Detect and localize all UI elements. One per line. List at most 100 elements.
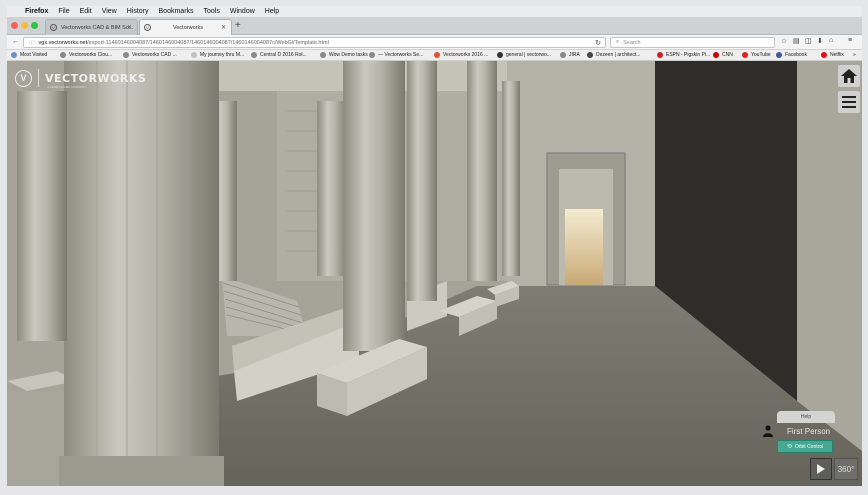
first-person-mode[interactable]: First Person [763,423,843,439]
menu-help[interactable]: Help [265,8,279,15]
home-icon[interactable]: ⌂ [829,37,833,44]
bookmark-item[interactable]: — Vectorworks Se... [369,52,423,58]
bookmark-label: Facebook [785,52,807,58]
webgl-3d-viewport[interactable]: V VECTORWORKS A NEMETSCHEK COMPANY Help [7,61,862,486]
orbit-control-label: Orbit Control [794,443,824,450]
search-input[interactable]: ⌕ Search [610,37,775,48]
search-placeholder: Search [623,39,641,46]
vectorworks-logo-icon: V [15,69,32,87]
download-icon[interactable]: ⬇ [817,37,823,45]
bookmark-favicon-icon [587,52,593,58]
orbit-control-button[interactable]: ⟲ Orbit Control [777,440,833,453]
tab-vectorworks[interactable]: V Vectorworks ✕ [139,19,232,35]
more-bookmarks-icon[interactable]: » [853,52,856,58]
tab-label: Vectorworks CAD & BIM So... [61,24,134,31]
logo-wordmark: VECTORWORKS [45,71,147,85]
bookmark-item[interactable]: Vectorworks 2016 ... [434,52,488,58]
bookmark-favicon-icon [821,52,827,58]
bookmark-label: YouTube [751,52,771,58]
bookmark-label: Wow Demo tasks [329,52,368,58]
menu-bookmarks[interactable]: Bookmarks [159,8,194,15]
close-window-button[interactable] [11,22,18,29]
bookmark-favicon-icon [497,52,503,58]
bookmark-favicon-icon [657,52,663,58]
reload-icon[interactable]: ↻ [595,39,601,47]
menu-edit[interactable]: Edit [80,8,92,15]
bookmark-item[interactable]: Central D 2016 Rol... [251,52,307,58]
walk-mode-button[interactable] [810,458,832,480]
architecture-scene [7,61,862,486]
column-left [17,91,67,341]
close-tab-icon[interactable]: ✕ [221,24,226,31]
column-base [59,456,224,486]
bookmark-label: Vectorworks 2016 ... [443,52,489,58]
back-arrow-icon[interactable]: ← [12,38,19,45]
bookmark-favicon-icon [251,52,257,58]
bookmark-label: Central D 2016 Rol... [260,52,307,58]
bookmark-favicon-icon [434,52,440,58]
new-tab-icon[interactable]: + [235,20,241,31]
bookmark-label: ESPN - Pigskin Pi... [666,52,711,58]
bookmark-label: Dezeen | architect... [596,52,641,58]
bookmark-favicon-icon [320,52,326,58]
bookmark-label: Vectorworks Clou... [69,52,113,58]
bookmark-label: general | vectorwo... [506,52,551,58]
bookmark-item[interactable]: YouTube [742,52,771,58]
tab-label: Vectorworks [173,24,203,31]
hamburger-icon [842,96,856,108]
walk-mode-icon [817,464,825,474]
bookmark-item[interactable]: Vectorworks Clou... [60,52,112,58]
left-block [7,391,67,486]
tab-vectorworks-cad[interactable]: V Vectorworks CAD & BIM So... ✕ [45,19,138,35]
tab-strip: V Vectorworks CAD & BIM So... ✕ V Vector… [7,17,862,35]
orbit-icon: ⟲ [786,444,792,450]
vectorworks-favicon-icon: V [144,24,151,31]
hamburger-menu-icon[interactable]: ≡ [848,37,852,44]
bookmark-favicon-icon [776,52,782,58]
bookmark-item[interactable]: Wow Demo tasks [320,52,368,58]
column-foreground [64,61,219,486]
bookmark-item[interactable]: CNN [713,52,733,58]
minimize-window-button[interactable] [21,22,28,29]
bookmark-favicon-icon [560,52,566,58]
info-icon[interactable]: ⓘ [29,39,35,47]
home-view-button[interactable] [838,65,860,87]
bookmark-favicon-icon [123,52,129,58]
bookmark-item[interactable]: My journey thru M... [191,52,244,58]
search-icon: ⌕ [616,39,620,45]
column-far-3 [407,61,437,301]
menu-button[interactable] [838,91,860,113]
menu-window[interactable]: Window [230,8,255,15]
bookmarks-toolbar: Most Visited Vectorworks Clou... Vectorwor… [7,50,862,61]
column-mid [343,61,405,351]
column-far-2 [317,101,347,276]
menu-history[interactable]: History [127,8,149,15]
bookmark-favicon-icon [11,52,17,58]
360-view-button[interactable]: 360° [834,458,858,480]
bookmark-star-icon[interactable]: ☆ [781,37,787,45]
url-bar[interactable]: ⓘ vgx.vectorworks.net /export-1146014600… [23,37,606,48]
bookmark-label: CNN [722,52,733,58]
bookmark-item[interactable]: Facebook [776,52,807,58]
menu-firefox[interactable]: Firefox [25,8,48,15]
bookmark-item[interactable]: ESPN - Pigskin Pi... [657,52,710,58]
help-button[interactable]: Help [777,411,835,423]
reader-list-icon[interactable]: ▤ [793,37,800,45]
menu-file[interactable]: File [58,8,69,15]
close-tab-icon[interactable]: ✕ [127,24,132,31]
bookmark-label: — Vectorworks Se... [378,52,424,58]
browser-window: Firefox File Edit View History Bookmarks… [0,0,868,495]
bookmark-item[interactable]: Dezeen | architect... [587,52,640,58]
bookmark-item[interactable]: general | vectorwo... [497,52,551,58]
menu-tools[interactable]: Tools [204,8,220,15]
bookmark-item[interactable]: Most Visited [11,52,47,58]
bookmark-label: Vectorworks CAD ... [132,52,177,58]
bookmark-item[interactable]: Vectorworks CAD ... [123,52,177,58]
navigation-bar: ← ⓘ vgx.vectorworks.net /export-11460146… [7,35,862,50]
bookmark-item[interactable]: JIRA [560,52,580,58]
pocket-icon[interactable]: ◫ [805,37,812,45]
home-icon [841,69,857,83]
maximize-window-button[interactable] [31,22,38,29]
bookmark-item[interactable]: Netflix [821,52,844,58]
menu-view[interactable]: View [102,8,117,15]
